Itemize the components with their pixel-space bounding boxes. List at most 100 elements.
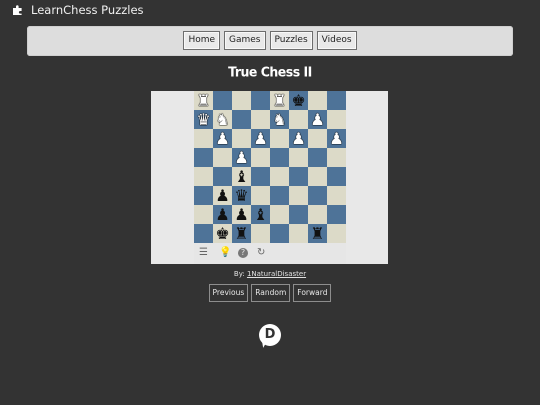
board-square[interactable] — [232, 91, 251, 110]
board-square[interactable]: ♚ — [213, 224, 232, 243]
white-pawn-icon[interactable]: ♟ — [291, 129, 305, 148]
board-square[interactable] — [308, 205, 327, 224]
black-bishop-icon[interactable]: ♝ — [234, 167, 248, 186]
board-square[interactable] — [251, 91, 270, 110]
board-square[interactable] — [289, 224, 308, 243]
white-queen-icon[interactable]: ♛ — [196, 110, 210, 129]
board-square[interactable]: ♝ — [232, 167, 251, 186]
forward-button[interactable]: Forward — [293, 284, 332, 302]
board-square[interactable] — [327, 205, 346, 224]
board-square[interactable]: ♟ — [213, 205, 232, 224]
board-square[interactable]: ♟ — [232, 148, 251, 167]
black-queen-icon[interactable]: ♛ — [234, 186, 248, 205]
board-square[interactable] — [251, 148, 270, 167]
white-pawn-icon[interactable]: ♟ — [234, 148, 248, 167]
black-rook-icon[interactable]: ♜ — [310, 224, 324, 243]
board-square[interactable] — [289, 167, 308, 186]
black-rook-icon[interactable]: ♜ — [234, 224, 248, 243]
white-rook-icon[interactable]: ♜ — [196, 91, 210, 110]
board-square[interactable]: ♞ — [213, 110, 232, 129]
board-square[interactable]: ♛ — [194, 110, 213, 129]
board-square[interactable] — [270, 129, 289, 148]
board-square[interactable] — [289, 110, 308, 129]
board-square[interactable] — [308, 148, 327, 167]
board-square[interactable] — [270, 224, 289, 243]
menu-icon[interactable]: ☰ — [199, 247, 208, 259]
black-king-icon[interactable]: ♚ — [291, 91, 305, 110]
board-square[interactable] — [251, 186, 270, 205]
board-square[interactable]: ♟ — [251, 129, 270, 148]
board-square[interactable] — [327, 167, 346, 186]
board-square[interactable]: ♜ — [270, 91, 289, 110]
nav-puzzles-button[interactable]: Puzzles — [269, 31, 313, 50]
board-square[interactable] — [327, 91, 346, 110]
help-icon[interactable]: ? — [238, 248, 248, 258]
black-bishop-icon[interactable]: ♝ — [253, 205, 267, 224]
board-square[interactable] — [194, 205, 213, 224]
white-pawn-icon[interactable]: ♟ — [215, 129, 229, 148]
board-square[interactable] — [251, 167, 270, 186]
board-square[interactable] — [251, 110, 270, 129]
nav-home-button[interactable]: Home — [183, 31, 221, 50]
board-square[interactable]: ♜ — [194, 91, 213, 110]
white-rook-icon[interactable]: ♜ — [272, 91, 286, 110]
nav-games-button[interactable]: Games — [224, 31, 266, 50]
board-square[interactable] — [270, 205, 289, 224]
disqus-logo-icon[interactable]: D — [259, 324, 281, 346]
black-pawn-icon[interactable]: ♟ — [215, 205, 229, 224]
board-square[interactable] — [194, 129, 213, 148]
board-square[interactable]: ♟ — [213, 186, 232, 205]
board-square[interactable] — [194, 224, 213, 243]
white-pawn-icon[interactable]: ♟ — [253, 129, 267, 148]
board-square[interactable] — [308, 167, 327, 186]
board-square[interactable]: ♟ — [289, 129, 308, 148]
puzzle-piece-icon[interactable] — [12, 4, 24, 16]
reset-icon[interactable]: ↻ — [257, 247, 265, 259]
board-square[interactable] — [308, 91, 327, 110]
board-square[interactable] — [232, 129, 251, 148]
white-pawn-icon[interactable]: ♟ — [329, 129, 343, 148]
white-pawn-icon[interactable]: ♟ — [310, 110, 324, 129]
board-square[interactable] — [327, 224, 346, 243]
white-knight-icon[interactable]: ♞ — [272, 110, 286, 129]
black-king-icon[interactable]: ♚ — [215, 224, 229, 243]
board-square[interactable] — [270, 167, 289, 186]
board-square[interactable]: ♜ — [308, 224, 327, 243]
hint-icon[interactable]: 💡 — [219, 247, 231, 259]
board-square[interactable] — [289, 148, 308, 167]
board-square[interactable] — [194, 167, 213, 186]
board-square[interactable]: ♟ — [308, 110, 327, 129]
board-square[interactable] — [327, 186, 346, 205]
board-square[interactable] — [289, 205, 308, 224]
black-pawn-icon[interactable]: ♟ — [215, 186, 229, 205]
board-square[interactable]: ♚ — [289, 91, 308, 110]
board-square[interactable]: ♝ — [251, 205, 270, 224]
board-square[interactable] — [308, 129, 327, 148]
board-square[interactable]: ♛ — [232, 186, 251, 205]
board-square[interactable] — [213, 91, 232, 110]
board-square[interactable] — [270, 148, 289, 167]
nav-videos-button[interactable]: Videos — [316, 31, 357, 50]
board-square[interactable]: ♟ — [232, 205, 251, 224]
board-square[interactable]: ♟ — [327, 129, 346, 148]
brand-title[interactable]: LearnChess Puzzles — [31, 3, 144, 17]
board-square[interactable] — [232, 110, 251, 129]
board-square[interactable] — [194, 148, 213, 167]
board-square[interactable] — [194, 186, 213, 205]
author-link[interactable]: 1NaturalDisaster — [247, 270, 306, 278]
board-square[interactable]: ♟ — [213, 129, 232, 148]
random-button[interactable]: Random — [251, 284, 291, 302]
board-square[interactable] — [289, 186, 308, 205]
board-square[interactable] — [327, 148, 346, 167]
board-square[interactable] — [213, 148, 232, 167]
black-pawn-icon[interactable]: ♟ — [234, 205, 248, 224]
board-square[interactable] — [213, 167, 232, 186]
board-square[interactable]: ♜ — [232, 224, 251, 243]
board-square[interactable] — [251, 224, 270, 243]
board-square[interactable]: ♞ — [270, 110, 289, 129]
board-square[interactable] — [308, 186, 327, 205]
board-square[interactable] — [270, 186, 289, 205]
white-knight-icon[interactable]: ♞ — [215, 110, 229, 129]
board-square[interactable] — [327, 110, 346, 129]
previous-button[interactable]: Previous — [208, 284, 249, 302]
